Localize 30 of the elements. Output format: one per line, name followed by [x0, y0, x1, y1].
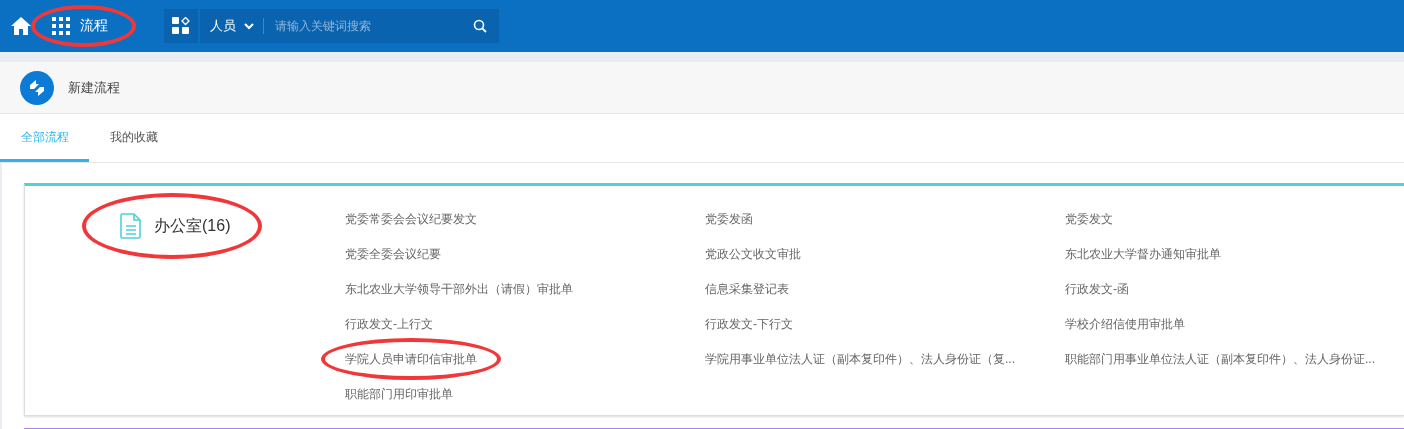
workflow-link[interactable]: 党委发文: [1065, 210, 1113, 228]
workflow-link[interactable]: 党委发函: [705, 210, 753, 228]
workflow-link[interactable]: 学院人员申请印信审批单: [345, 350, 477, 368]
page-title: 新建流程: [68, 78, 120, 97]
workflow-link[interactable]: 行政发文-下行文: [705, 315, 793, 333]
workflow-link[interactable]: 信息采集登记表: [705, 280, 789, 298]
logo-icon: [20, 70, 54, 105]
workflow-link[interactable]: 党委常委会会议纪要发文: [345, 210, 477, 228]
workflow-link[interactable]: 东北农业大学督办通知审批单: [1065, 245, 1221, 263]
search-icon[interactable]: [473, 19, 487, 33]
tab[interactable]: 我的收藏: [89, 114, 178, 162]
document-icon: [120, 213, 142, 239]
workflow-link[interactable]: 党委全委会议纪要: [345, 245, 441, 263]
workflow-link[interactable]: 党政公文收文审批: [705, 245, 801, 263]
category-title: 办公室(16): [154, 215, 231, 236]
workflow-link[interactable]: 学院用事业单位法人证（副本复印件）、法人身份证（复...: [705, 350, 1015, 368]
workflow-link[interactable]: 行政发文-上行文: [345, 315, 433, 333]
workflow-link[interactable]: 职能部门用印审批单: [345, 385, 453, 403]
caret-icon: [244, 22, 254, 30]
workflow-link[interactable]: 东北农业大学领导干部外出（请假）审批单: [345, 280, 573, 298]
scope-dropdown[interactable]: 人员: [210, 17, 254, 35]
workflow-link[interactable]: 学校介绍信使用审批单: [1065, 315, 1185, 333]
workflow-link[interactable]: 职能部门用事业单位法人证（副本复印件）、法人身份证...: [1065, 350, 1375, 368]
home-icon[interactable]: [11, 17, 31, 35]
search-field[interactable]: 人员 请输入关键词搜索: [200, 9, 499, 43]
apps-icon: [172, 17, 190, 35]
nav-menu-button[interactable]: 流程: [52, 17, 108, 35]
workflow-link[interactable]: 行政发文-函: [1065, 280, 1129, 298]
grid-icon: [52, 17, 70, 35]
apps-button[interactable]: [164, 9, 198, 43]
